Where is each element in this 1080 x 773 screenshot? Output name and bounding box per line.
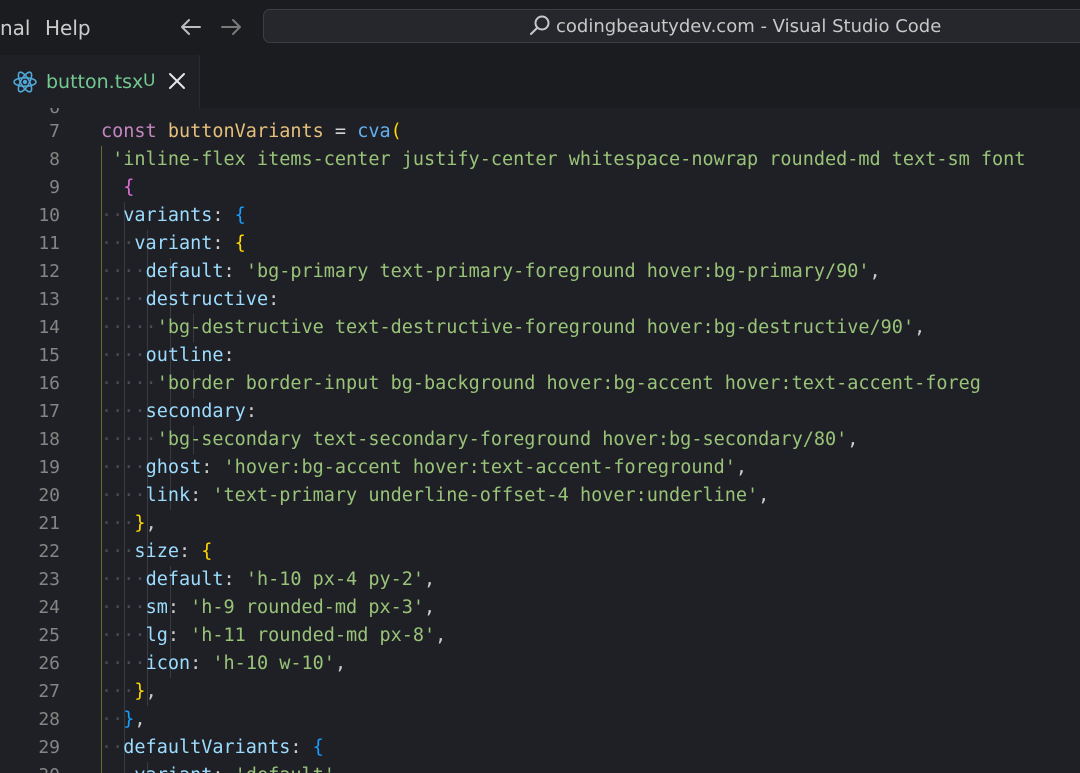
line-number: 28: [38, 709, 60, 730]
line-number: 24: [38, 597, 60, 618]
forward-arrow-icon[interactable]: [216, 10, 246, 44]
line-number: 9: [49, 177, 60, 198]
code-text: ····default: 'h-10 px-4 py-2',: [101, 569, 436, 590]
code-line: 22 ···size: {: [0, 538, 1080, 566]
code-line: 29 ··defaultVariants: {: [0, 734, 1080, 762]
line-number: 12: [38, 261, 60, 282]
line-number: 21: [38, 513, 60, 534]
code-text: ··},: [101, 709, 146, 730]
code-line: 27 ···},: [0, 678, 1080, 706]
line-number: 30: [0, 762, 60, 773]
code-text: ···variant: 'default',: [101, 762, 346, 773]
line-number: 20: [38, 485, 60, 506]
code-text: {: [123, 177, 135, 198]
code-text: ··variants: {: [101, 205, 246, 226]
code-line: 18 ·····'bg-secondary text-secondary-for…: [0, 426, 1080, 454]
code-text: ····link: 'text-primary underline-offset…: [101, 485, 770, 506]
react-icon: [12, 69, 38, 95]
code-text: ····sm: 'h-9 rounded-md px-3',: [101, 597, 436, 618]
line-number: 26: [38, 653, 60, 674]
code-text: ····ghost: 'hover:bg-accent hover:text-a…: [101, 457, 748, 478]
code-line: 25 ····lg: 'h-11 rounded-md px-8',: [0, 622, 1080, 650]
tab-label: button.tsx: [46, 71, 144, 93]
code-text: ····icon: 'h-10 w-10',: [101, 653, 347, 674]
line-number: 18: [38, 429, 60, 450]
line-number: 27: [38, 681, 60, 702]
code-line: 16 ·····'border border-input bg-backgrou…: [0, 370, 1080, 398]
code-line: 12 ····default: 'bg-primary text-primary…: [0, 258, 1080, 286]
back-arrow-icon[interactable]: [176, 10, 206, 44]
code-text: ··defaultVariants: {: [101, 737, 324, 758]
code-text: ···},: [101, 681, 157, 702]
code-line: 15 ····outline:: [0, 342, 1080, 370]
code-text: 'inline-flex items-center justify-center…: [112, 149, 1026, 170]
line-number: 14: [38, 317, 60, 338]
code-line: 30 ···variant: 'default',: [0, 762, 1080, 773]
line-number: 22: [38, 541, 60, 562]
code-line: 26 ····icon: 'h-10 w-10',: [0, 650, 1080, 678]
code-text: ···variant: {: [101, 233, 246, 254]
line-number: 15: [38, 345, 60, 366]
code-line: 9 {: [0, 174, 1080, 202]
code-line: 23 ····default: 'h-10 px-4 py-2',: [0, 566, 1080, 594]
line-number: 17: [38, 401, 60, 422]
line-number: 16: [38, 373, 60, 394]
line-number: 13: [38, 289, 60, 310]
code-text: ····default: 'bg-primary text-primary-fo…: [101, 261, 881, 282]
window-title: codingbeautydev.com - Visual Studio Code: [556, 16, 942, 37]
code-line: 21 ···},: [0, 510, 1080, 538]
git-status-badge: U: [143, 71, 156, 91]
line-number: 25: [38, 625, 60, 646]
code-line: 13 ····destructive:: [0, 286, 1080, 314]
line-number: 8: [49, 149, 60, 170]
code-text: ·····'border border-input bg-background …: [101, 373, 981, 394]
code-editor[interactable]: 6 7 const buttonVariants = cva( 8 'inlin…: [0, 108, 1080, 773]
code-text: ···},: [101, 513, 157, 534]
code-line: 11 ···variant: {: [0, 230, 1080, 258]
line-number: 29: [38, 737, 60, 758]
tab-button-tsx[interactable]: button.tsx U: [0, 55, 200, 108]
close-icon[interactable]: [167, 70, 187, 92]
code-text: ····lg: 'h-11 rounded-md px-8',: [101, 625, 447, 646]
code-line: 17 ····secondary:: [0, 398, 1080, 426]
line-number: 23: [38, 569, 60, 590]
line-number: 19: [38, 457, 60, 478]
code-text: const buttonVariants = cva(: [101, 121, 402, 142]
tab-bar: button.tsx U: [0, 55, 1080, 109]
code-line: 10 ··variants: {: [0, 202, 1080, 230]
code-text: ····outline:: [101, 345, 235, 366]
code-text: ·····'bg-destructive text-destructive-fo…: [101, 317, 926, 338]
search-icon: [527, 13, 553, 39]
line-number: 11: [38, 233, 60, 254]
code-text: ·····'bg-secondary text-secondary-foregr…: [101, 429, 859, 450]
code-line: 24 ····sm: 'h-9 rounded-md px-3',: [0, 594, 1080, 622]
code-line: 8 'inline-flex items-center justify-cent…: [0, 146, 1080, 174]
code-line: 14 ·····'bg-destructive text-destructive…: [0, 314, 1080, 342]
title-bar: nal Help codingbeautydev.com - Visual St…: [0, 0, 1080, 55]
code-text: ····destructive:: [101, 289, 280, 310]
line-number: 7: [49, 121, 60, 142]
menu-help[interactable]: Help: [45, 16, 91, 40]
code-line: 7 const buttonVariants = cva(: [0, 118, 1080, 146]
line-number: 10: [38, 205, 60, 226]
command-center[interactable]: codingbeautydev.com - Visual Studio Code: [263, 9, 1080, 43]
code-text: ···size: {: [101, 541, 213, 562]
menu-terminal[interactable]: nal: [0, 16, 31, 40]
code-line: 20 ····link: 'text-primary underline-off…: [0, 482, 1080, 510]
code-text: ····secondary:: [101, 401, 257, 422]
code-line: 28 ··},: [0, 706, 1080, 734]
code-line: 19 ····ghost: 'hover:bg-accent hover:tex…: [0, 454, 1080, 482]
